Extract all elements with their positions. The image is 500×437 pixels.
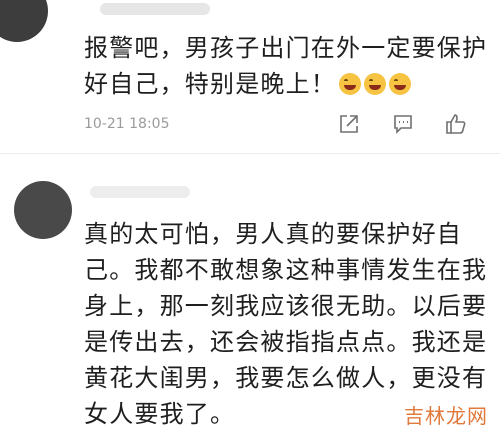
watermark: 吉林龙网 (404, 404, 488, 428)
comment-text: 报警吧，男孩子出门在外一定要保护 好自己，特别是晚上！ (84, 30, 487, 102)
divider (0, 153, 500, 154)
comment-line: 是传出去，还会被指指点点。我还是 (84, 328, 488, 356)
comment-2: 真的太可怕，男人真的要保护好自 己。我都不敢想象这种事情发生在我 身上，那一刻我… (0, 166, 500, 437)
comment-icon[interactable] (392, 113, 414, 135)
comment-line: 好自己，特别是晚上！ (84, 66, 487, 102)
share-icon[interactable] (338, 113, 360, 135)
username-blurred[interactable] (100, 3, 210, 15)
comment-line: 报警吧，男孩子出门在外一定要保护 (84, 34, 488, 62)
avatar[interactable] (14, 181, 72, 239)
comment-line: 己。我都不敢想象这种事情发生在我 (84, 256, 488, 284)
laugh-cry-emoji (389, 73, 411, 95)
comment-line: 黄花大闺男，我要怎么做人，更没有 (84, 364, 488, 392)
username-blurred[interactable] (90, 186, 190, 198)
laugh-cry-emoji (339, 73, 361, 95)
laugh-cry-emoji (364, 73, 386, 95)
comment-line: 真的太可怕，男人真的要保护好自 (84, 220, 462, 248)
comment-line: 身上，那一刻我应该很无助。以后要 (84, 292, 488, 320)
avatar[interactable] (0, 0, 48, 42)
comment-1: 报警吧，男孩子出门在外一定要保护 好自己，特别是晚上！ 10-21 18:05 (0, 0, 500, 153)
like-icon[interactable] (444, 112, 468, 136)
timestamp: 10-21 18:05 (84, 116, 170, 132)
